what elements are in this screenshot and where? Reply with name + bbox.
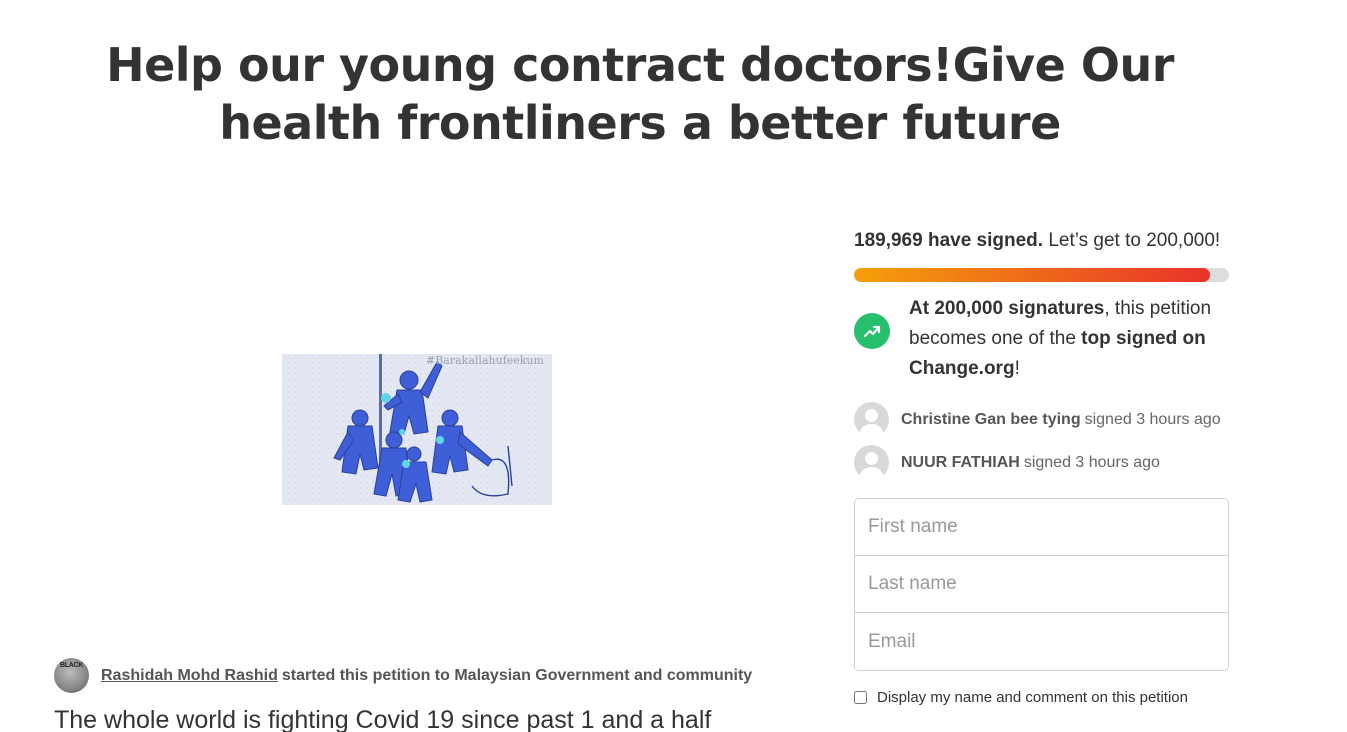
petition-page: Help our young contract doctors!Give Our… bbox=[0, 0, 1347, 732]
starter-avatar[interactable]: BLACK bbox=[54, 658, 89, 693]
recent-signer: NUUR FATHIAH signed 3 hours ago bbox=[854, 441, 1229, 484]
signed-count: 189,969 have signed. bbox=[854, 230, 1044, 251]
frontliners-illustration: #Barakallahufeekum bbox=[282, 354, 552, 505]
display-name-checkbox[interactable] bbox=[854, 691, 867, 704]
email-field[interactable] bbox=[855, 613, 1228, 670]
display-name-option[interactable]: Display my name and comment on this peti… bbox=[854, 689, 1229, 706]
signer-name: Christine Gan bee tying bbox=[901, 410, 1081, 428]
milestone-lead: At 200,000 signatures bbox=[909, 298, 1105, 319]
signer-action: signed 3 hours ago bbox=[1084, 410, 1221, 428]
starter-action-text: started this petition to Malaysian Gover… bbox=[281, 666, 753, 684]
starter-name-link[interactable]: Rashidah Mohd Rashid bbox=[101, 667, 278, 685]
image-watermark: #Barakallahufeekum bbox=[426, 354, 545, 367]
milestone-text: At 200,000 signatures, this petition bec… bbox=[909, 294, 1229, 384]
signature-panel: 189,969 have signed. Let’s get to 200,00… bbox=[854, 226, 1229, 706]
first-name-field[interactable] bbox=[855, 499, 1228, 556]
petition-title: Help our young contract doctors!Give Our… bbox=[106, 38, 1174, 150]
petition-image[interactable]: #Barakallahufeekum bbox=[282, 354, 552, 505]
signer-name: NUUR FATHIAH bbox=[901, 453, 1020, 471]
petition-starter: BLACK Rashidah Mohd Rashid started this … bbox=[54, 658, 752, 693]
display-name-label: Display my name and comment on this peti… bbox=[877, 689, 1188, 706]
goal-text: Let’s get to 200,000! bbox=[1048, 230, 1221, 251]
trending-up-icon bbox=[854, 313, 890, 349]
signer-avatar-icon bbox=[854, 445, 889, 480]
sign-form bbox=[854, 498, 1229, 671]
milestone-callout: At 200,000 signatures, this petition bec… bbox=[854, 294, 1229, 384]
signer-avatar-icon bbox=[854, 402, 889, 437]
petition-body-preview: The whole world is fighting Covid 19 sin… bbox=[54, 706, 712, 732]
signer-action: signed 3 hours ago bbox=[1023, 453, 1160, 471]
signature-progress-bar bbox=[854, 268, 1229, 282]
signature-count: 189,969 have signed. Let’s get to 200,00… bbox=[854, 226, 1229, 256]
avatar-logo-text: BLACK bbox=[60, 662, 83, 669]
recent-signers-list: Christine Gan bee tying signed 3 hours a… bbox=[854, 398, 1229, 484]
last-name-field[interactable] bbox=[855, 556, 1228, 613]
progress-fill bbox=[854, 268, 1211, 282]
milestone-tail: ! bbox=[1014, 358, 1020, 379]
recent-signer: Christine Gan bee tying signed 3 hours a… bbox=[854, 398, 1229, 441]
